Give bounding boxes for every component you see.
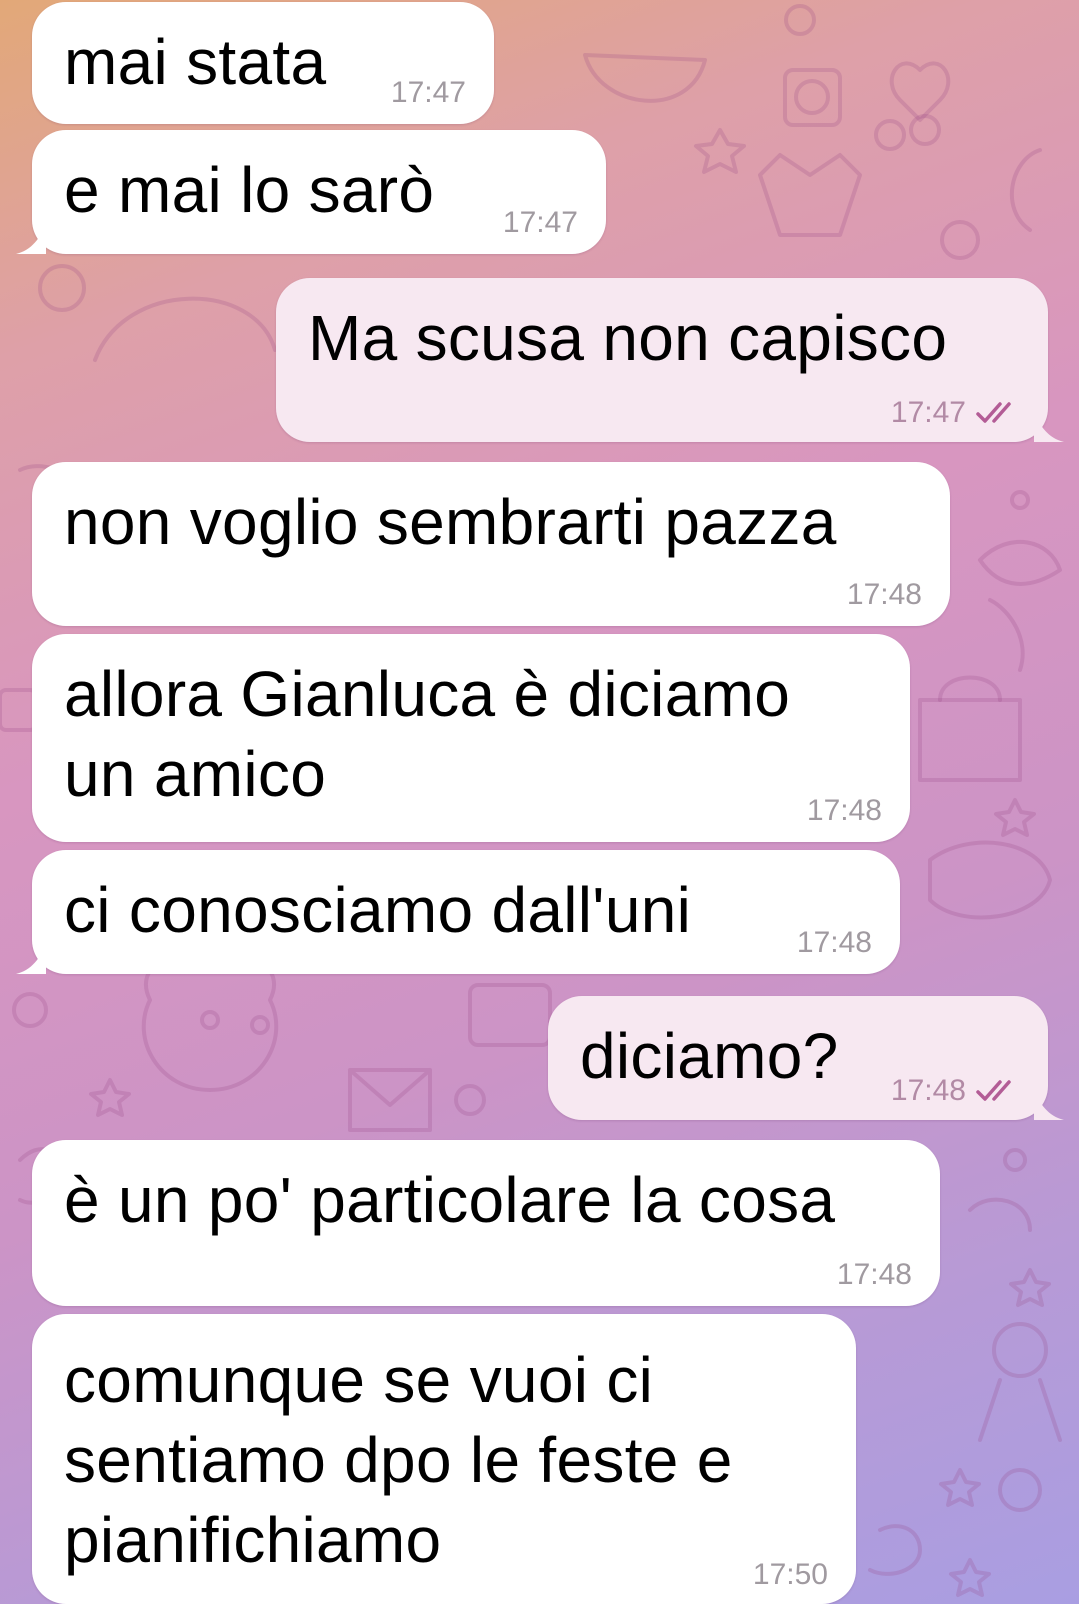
bubble-tail (16, 224, 46, 254)
message-time: 17:47 (502, 206, 578, 239)
message-bubble-incoming[interactable]: non voglio sembrarti pazza 17:48 (32, 462, 950, 626)
message-text: ci conosciamo dall'uni (64, 874, 692, 946)
message-time: 17:47 (890, 396, 966, 429)
message-timestamp: 17:47 (891, 396, 1020, 430)
message-time: 17:50 (752, 1558, 828, 1591)
message-bubble-incoming[interactable]: e mai lo sarò 17:47 (16, 130, 606, 254)
message-bubble-incoming[interactable]: ci conosciamo dall'uni 17:48 (16, 850, 900, 974)
message-timestamp: 17:48 (797, 926, 872, 960)
message-text: comunque se vuoi ci sentiamo dpo le fest… (64, 1344, 733, 1576)
bubble-tail (1034, 1090, 1064, 1120)
message-bubble-incoming[interactable]: allora Gianluca è diciamo un amico 17:48 (32, 634, 910, 842)
message-text: non voglio sembrarti pazza (64, 486, 837, 558)
message-text: e mai lo sarò (64, 154, 435, 226)
message-bubble-incoming[interactable]: è un po' particolare la cosa 17:48 (32, 1140, 940, 1306)
message-timestamp: 17:48 (837, 1258, 912, 1292)
message-bubble-incoming[interactable]: mai stata 17:47 (32, 2, 494, 124)
message-time: 17:48 (836, 1258, 912, 1291)
message-time: 17:48 (890, 1074, 966, 1107)
message-time: 17:48 (846, 578, 922, 611)
message-bubble-outgoing[interactable]: diciamo? 17:48 (548, 996, 1064, 1120)
message-timestamp: 17:47 (503, 206, 578, 240)
message-timestamp: 17:50 (753, 1558, 828, 1592)
bubble-tail (1034, 412, 1064, 442)
message-time: 17:47 (390, 76, 466, 109)
message-text: Ma scusa non capisco (308, 302, 948, 374)
message-bubble-incoming[interactable]: comunque se vuoi ci sentiamo dpo le fest… (32, 1314, 856, 1604)
message-time: 17:48 (806, 794, 882, 827)
message-timestamp: 17:48 (807, 794, 882, 828)
message-bubble-outgoing[interactable]: Ma scusa non capisco 17:47 (276, 278, 1064, 442)
double-check-icon (976, 1080, 1011, 1101)
bubble-tail (16, 944, 46, 974)
message-timestamp: 17:47 (391, 76, 466, 110)
message-text: è un po' particolare la cosa (64, 1164, 836, 1236)
double-check-icon (976, 402, 1011, 423)
message-time: 17:48 (796, 926, 872, 959)
message-timestamp: 17:48 (891, 1074, 1020, 1108)
message-text: allora Gianluca è diciamo un amico (64, 658, 791, 810)
message-timestamp: 17:48 (847, 578, 922, 612)
